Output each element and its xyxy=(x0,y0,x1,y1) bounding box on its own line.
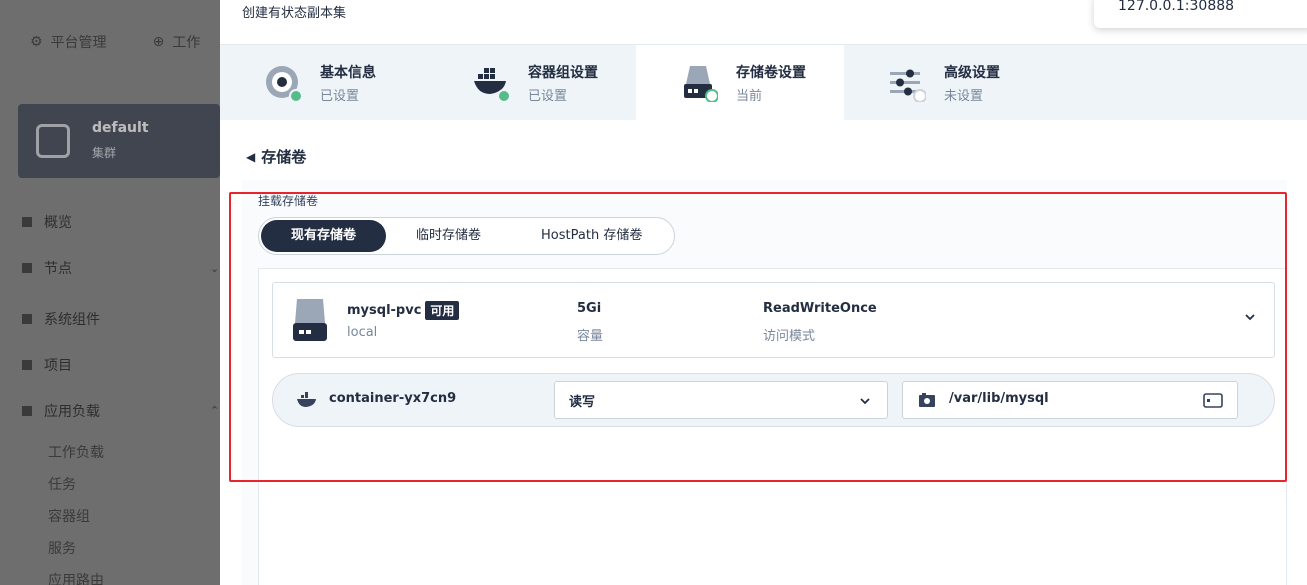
step-storage-settings[interactable]: 存储卷设置 当前 xyxy=(636,45,844,120)
container-mount-row: container-yx7cn9 读写 /var/lib/mysql xyxy=(272,373,1275,427)
step-status: 已设置 xyxy=(528,89,568,104)
step-status: 当前 xyxy=(736,89,763,104)
disc-icon xyxy=(266,66,302,102)
volume-storage-class: local xyxy=(347,325,378,340)
volume-card[interactable]: mysql-pvc 可用 local 5Gi 容量 ReadWriteOnce … xyxy=(272,282,1275,358)
cluster-card: default 集群 xyxy=(18,104,220,178)
sidebar-item-workloads: 应用负载 xyxy=(22,401,100,421)
step-pod-settings[interactable]: 容器组设置 已设置 xyxy=(428,45,636,120)
disk-icon xyxy=(919,393,935,407)
step-label: 存储卷设置 xyxy=(736,65,806,81)
docker-icon xyxy=(297,392,316,407)
mount-volume-label: 挂载存储卷 xyxy=(258,194,319,208)
mount-path-input[interactable]: /var/lib/mysql xyxy=(902,381,1238,419)
sidebar-item-nodes: 节点 xyxy=(22,258,72,278)
step-label: 容器组设置 xyxy=(528,65,598,81)
back-label: 存储卷 xyxy=(261,148,307,166)
terminal-icon[interactable] xyxy=(1203,393,1223,408)
sidebar-sub-routes: 应用路由 xyxy=(48,573,104,585)
sidebar-sub-pods: 容器组 xyxy=(48,509,90,525)
chevron-down-icon: ⌄ xyxy=(210,262,220,275)
chevron-up-icon: ⌃ xyxy=(210,404,220,417)
components-icon xyxy=(22,314,32,324)
plus-circle-icon: ⊕ xyxy=(152,34,165,50)
cluster-sub: 集群 xyxy=(92,146,117,160)
container-name: container-yx7cn9 xyxy=(329,391,457,406)
sidebar-sub-services: 服务 xyxy=(48,541,76,557)
projects-icon xyxy=(22,360,32,370)
nodes-icon xyxy=(22,263,32,273)
cluster-name: default xyxy=(92,120,149,136)
sidebar-item-components: 系统组件 xyxy=(22,309,100,329)
step-label: 基本信息 xyxy=(320,65,376,81)
volume-type-tabs: 现有存储卷 临时存储卷 HostPath 存储卷 xyxy=(258,217,676,255)
access-mode-value: 读写 xyxy=(569,395,596,410)
url-tooltip: 127.0.0.1:30888 xyxy=(1094,0,1307,28)
volume-access-mode-label: 访问模式 xyxy=(763,329,816,344)
chevron-down-icon[interactable] xyxy=(1244,311,1256,323)
modal-title: 创建有状态副本集 xyxy=(242,6,347,21)
status-badge: 可用 xyxy=(425,301,460,320)
platform-menu: ⚙ 平台管理 xyxy=(30,34,107,51)
back-button[interactable]: ◀ 存储卷 xyxy=(246,146,306,167)
create-statefulset-modal: 创建有状态副本集 127.0.0.1:30888 基本信息 已设置 容器组设置 … xyxy=(220,0,1307,585)
volume-capacity: 5Gi xyxy=(577,301,602,316)
tab-temporary-volume[interactable]: 临时存储卷 xyxy=(386,220,511,252)
volume-capacity-label: 容量 xyxy=(577,329,604,344)
workloads-icon xyxy=(22,406,32,416)
volume-access-mode: ReadWriteOnce xyxy=(763,301,877,316)
back-arrow-icon: ◀ xyxy=(246,149,256,164)
volume-name: mysql-pvc 可用 xyxy=(347,301,460,320)
step-basic-info[interactable]: 基本信息 已设置 xyxy=(220,45,428,120)
wizard-steps: 基本信息 已设置 容器组设置 已设置 存储卷设置 当前 高级设置 未设置 xyxy=(220,45,1307,120)
sidebar-sub-jobs: 任务 xyxy=(48,477,76,493)
sidebar-item-overview: 概览 xyxy=(22,212,72,232)
overview-icon xyxy=(22,217,32,227)
background-top-nav: ⚙ 平台管理 ⊕ 工作 xyxy=(30,32,200,52)
cluster-icon xyxy=(36,124,70,158)
tab-existing-volume[interactable]: 现有存储卷 xyxy=(261,220,387,252)
step-advanced-settings[interactable]: 高级设置 未设置 xyxy=(844,45,1052,120)
step-status: 未设置 xyxy=(944,89,984,104)
access-mode-select[interactable]: 读写 xyxy=(554,381,888,419)
chevron-down-icon xyxy=(860,398,870,405)
sidebar-sub-workloads: 工作负载 xyxy=(48,445,104,461)
sliders-icon xyxy=(890,69,926,102)
workbench-menu: ⊕ 工作 xyxy=(152,34,201,51)
volume-disk-icon xyxy=(293,299,327,341)
docker-icon xyxy=(474,68,510,102)
step-label: 高级设置 xyxy=(944,65,1000,81)
sidebar-item-projects: 项目 xyxy=(22,355,72,375)
gear-icon: ⚙ xyxy=(30,34,43,50)
mount-path-value: /var/lib/mysql xyxy=(949,391,1049,406)
storage-icon xyxy=(684,66,718,102)
step-status: 已设置 xyxy=(320,89,360,104)
tab-hostpath-volume[interactable]: HostPath 存储卷 xyxy=(511,220,672,252)
